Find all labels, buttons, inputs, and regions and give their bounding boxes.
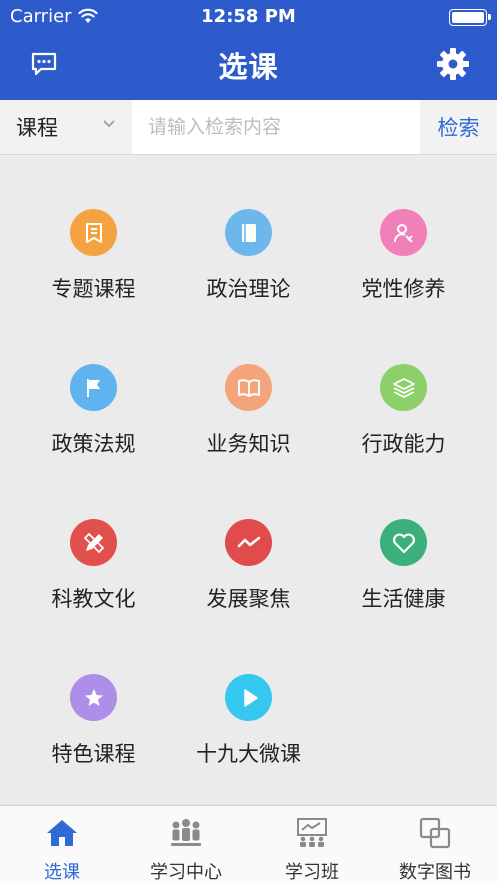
category-label: 十九大微课: [196, 742, 301, 766]
category-icon-bg: [70, 519, 117, 566]
category-icon-bg: [70, 364, 117, 411]
party-user-icon: [393, 223, 413, 243]
play-icon: [243, 688, 258, 707]
pencil-ruler-icon: [83, 532, 104, 553]
category-item-politics[interactable]: 政治理论: [171, 155, 326, 310]
tab-label: 选课: [44, 862, 80, 883]
tab-label: 学习班: [285, 862, 339, 883]
tab-study-center[interactable]: 学习中心: [136, 806, 236, 883]
category-item-health[interactable]: 生活健康: [326, 465, 481, 620]
category-item-business[interactable]: 业务知识: [171, 310, 326, 465]
category-item-featured[interactable]: 特色课程: [16, 620, 171, 775]
category-label: 专题课程: [51, 277, 136, 301]
people-icon: [171, 819, 201, 846]
search-bar: 课程 检索: [0, 100, 497, 155]
battery-icon: [449, 9, 491, 26]
category-item-policy[interactable]: 政策法规: [16, 310, 171, 465]
category-item-admin[interactable]: 行政能力: [326, 310, 481, 465]
tab-bar: 选课 学习中心 学习班 数字图书: [0, 805, 497, 883]
category-item-development[interactable]: 发展聚焦: [171, 465, 326, 620]
category-label: 政治理论: [206, 277, 291, 301]
category-icon-bg: [225, 519, 272, 566]
category-label: 业务知识: [206, 432, 291, 456]
tab-label: 学习中心: [150, 862, 222, 883]
status-time: 12:58 PM: [201, 6, 296, 27]
classroom-icon: [297, 818, 327, 847]
heart-icon: [392, 533, 415, 553]
category-item-science[interactable]: 科教文化: [16, 465, 171, 620]
header: Carrier 12:58 PM 选课: [0, 0, 497, 100]
search-button[interactable]: 检索: [420, 100, 497, 154]
category-icon-bg: [380, 519, 427, 566]
category-item-party[interactable]: 党性修养: [326, 155, 481, 310]
category-icon-bg: [380, 364, 427, 411]
category-label: 政策法规: [51, 432, 136, 456]
category-label: 行政能力: [361, 432, 446, 456]
settings-button[interactable]: [435, 46, 471, 82]
category-label: 特色课程: [51, 742, 136, 766]
star-icon: [84, 688, 103, 706]
category-item-micro-lessons[interactable]: 十九大微课: [171, 620, 326, 775]
category-icon-bg: [225, 209, 272, 256]
category-item-topic[interactable]: 专题课程: [16, 155, 171, 310]
home-icon: [47, 820, 77, 846]
book-icon: [241, 223, 256, 242]
search-input[interactable]: [132, 100, 420, 154]
bookmark-icon: [85, 222, 102, 243]
category-label: 科教文化: [51, 587, 136, 611]
chevron-down-icon: [103, 120, 115, 128]
tab-course-select[interactable]: 选课: [22, 806, 102, 883]
category-icon-bg: [70, 674, 117, 721]
flag-icon: [86, 378, 100, 397]
page-title: 选课: [218, 50, 279, 84]
trend-icon: [237, 536, 260, 547]
open-book-icon: [237, 378, 260, 397]
category-grid: 专题课程 政治理论 党性修养 政策法规 业务知识 行政能力 科教文化 发展聚焦 …: [0, 155, 497, 805]
category-select-value: 课程: [16, 116, 58, 140]
tab-label: 数字图书: [399, 862, 471, 883]
tab-study-class[interactable]: 学习班: [267, 806, 357, 883]
copy-icon: [419, 817, 451, 849]
status-bar: Carrier 12:58 PM: [0, 0, 497, 34]
layers-icon: [392, 377, 415, 398]
category-icon-bg: [380, 209, 427, 256]
category-label: 发展聚焦: [206, 587, 291, 611]
category-select[interactable]: 课程: [0, 100, 132, 154]
category-label: 党性修养: [361, 277, 446, 301]
category-icon-bg: [225, 364, 272, 411]
tab-digital-books[interactable]: 数字图书: [385, 806, 485, 883]
category-icon-bg: [225, 674, 272, 721]
gear-icon: [437, 48, 469, 80]
category-icon-bg: [70, 209, 117, 256]
category-label: 生活健康: [361, 587, 446, 611]
